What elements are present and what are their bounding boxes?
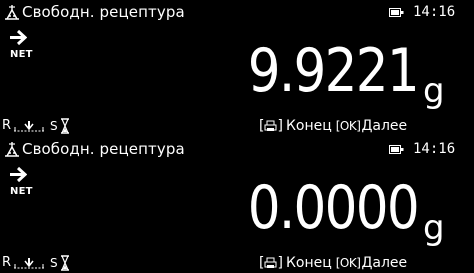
level-bubble-icon bbox=[14, 121, 44, 132]
hourglass-icon bbox=[61, 255, 69, 271]
weight-unit: g bbox=[423, 208, 445, 248]
ok-key[interactable]: [OK] bbox=[336, 254, 361, 272]
weight-value: 0.0000 bbox=[247, 173, 420, 243]
title-bar: Свободн. рецептура 14:16 bbox=[0, 139, 474, 161]
clock: 14:16 bbox=[413, 141, 456, 157]
status-bar: R S [ ] Конец [OK] Далее bbox=[0, 116, 474, 136]
next-softkey[interactable]: Далее bbox=[361, 117, 407, 135]
weight-unit: g bbox=[423, 71, 445, 111]
scale-recipe-icon bbox=[5, 5, 19, 20]
status-r-indicator: R bbox=[2, 118, 12, 133]
hourglass-icon bbox=[61, 118, 69, 134]
title-bar: Свободн. рецептура 14:16 bbox=[0, 2, 474, 24]
arrow-right-icon bbox=[10, 166, 27, 183]
next-softkey[interactable]: Далее bbox=[361, 254, 407, 272]
print-key-close[interactable]: ] bbox=[277, 254, 282, 272]
program-title: Свободн. рецептура bbox=[22, 3, 185, 21]
battery-icon bbox=[389, 8, 404, 17]
battery-icon bbox=[389, 145, 404, 154]
arrow-right-icon bbox=[10, 29, 27, 46]
program-title: Свободн. рецептура bbox=[22, 140, 185, 158]
softkey-row: [ ] Конец [OK] Далее bbox=[259, 117, 407, 135]
status-s-indicator: S bbox=[50, 256, 58, 270]
softkey-row: [ ] Конец [OK] Далее bbox=[259, 254, 407, 272]
print-icon[interactable] bbox=[264, 257, 277, 269]
print-key-close[interactable]: ] bbox=[277, 117, 282, 135]
balance-display-2: Свободн. рецептура 14:16 NET 0.0000 g R … bbox=[0, 139, 474, 273]
weight-value: 9.9221 bbox=[247, 36, 420, 106]
print-icon[interactable] bbox=[264, 120, 277, 132]
ok-key[interactable]: [OK] bbox=[336, 117, 361, 135]
weight-display: 9.9221 bbox=[220, 36, 420, 106]
end-softkey[interactable]: Конец bbox=[286, 254, 332, 272]
end-softkey[interactable]: Конец bbox=[286, 117, 332, 135]
status-r-indicator: R bbox=[2, 255, 12, 270]
clock: 14:16 bbox=[413, 4, 456, 20]
status-s-indicator: S bbox=[50, 119, 58, 133]
balance-display-1: Свободн. рецептура 14:16 NET 9.9221 g R … bbox=[0, 2, 474, 136]
level-bubble-icon bbox=[14, 258, 44, 269]
net-indicator: NET bbox=[10, 49, 33, 60]
weight-display: 0.0000 bbox=[220, 173, 420, 243]
scale-recipe-icon bbox=[5, 142, 19, 157]
net-indicator: NET bbox=[10, 186, 33, 197]
status-bar: R S [ ] Конец [OK] Далее bbox=[0, 253, 474, 273]
